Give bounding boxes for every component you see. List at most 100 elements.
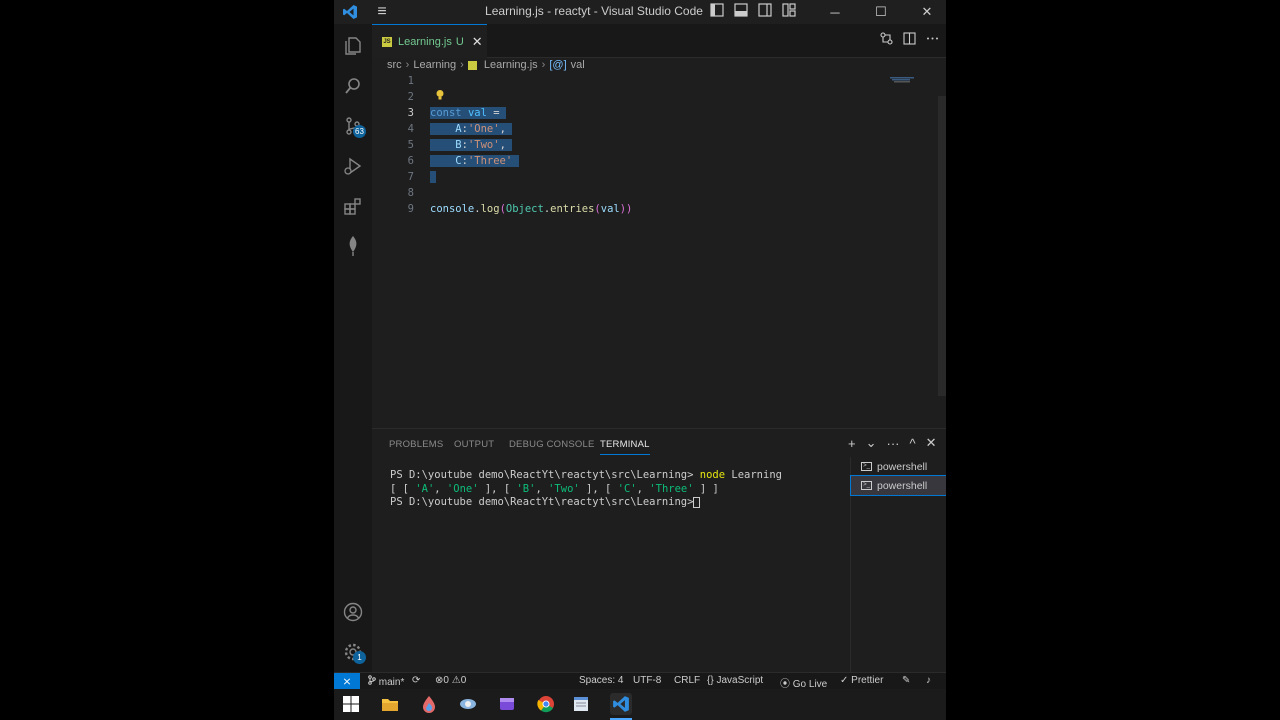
terminal-dropdown-icon[interactable]: ⌄	[866, 435, 877, 451]
line-number: 1	[407, 75, 414, 87]
notifications-bell-icon[interactable]: ♪	[926, 675, 931, 686]
close-panel-icon[interactable]: ✕	[926, 435, 937, 451]
maximize-button[interactable]: ☐	[858, 0, 904, 24]
breadcrumb-item-src[interactable]: src	[387, 59, 402, 71]
code-editor[interactable]: 1 2 3 4 5 6 7 8 9 const val = A:'One', B…	[372, 72, 946, 428]
indentation-status[interactable]: Spaces: 4	[579, 675, 623, 686]
chrome-icon[interactable]	[537, 695, 555, 713]
terminal-list-label: powershell	[877, 479, 928, 492]
encoding-status[interactable]: UTF-8	[633, 675, 661, 686]
lightbulb-icon[interactable]	[435, 89, 445, 101]
activity-bar: 63 1	[334, 24, 372, 672]
token-string: 'Three'	[467, 155, 513, 167]
terminal-text: ], [	[586, 482, 612, 495]
sync-icon[interactable]: ⟳	[412, 675, 420, 686]
customize-layout-icon[interactable]	[782, 3, 798, 19]
go-live-button[interactable]: ⦿ Go Live	[780, 675, 827, 690]
terminal-command: node	[699, 469, 726, 481]
breadcrumb-item-symbol[interactable]: val	[571, 59, 585, 71]
js-file-icon: JS	[382, 36, 392, 47]
mongodb-leaf-icon[interactable]	[334, 226, 372, 266]
tab-learning-js[interactable]: JS Learning.js U ✕	[372, 24, 487, 58]
terminal-string: 'One'	[446, 482, 479, 495]
breadcrumb-separator: ›	[405, 59, 410, 71]
terminal-string: 'B'	[516, 482, 536, 495]
feedback-icon[interactable]: ✎	[902, 675, 910, 686]
open-changes-icon[interactable]	[880, 32, 893, 48]
split-editor-icon[interactable]	[903, 32, 916, 48]
new-terminal-button[interactable]: +	[848, 436, 856, 451]
code-line-3: const val =	[430, 107, 506, 119]
tab-terminal[interactable]: TERMINAL	[600, 439, 650, 455]
token-operator: =	[493, 107, 500, 119]
tab-output[interactable]: OUTPUT	[454, 439, 494, 450]
file-explorer-icon[interactable]	[381, 695, 399, 713]
token-string: 'One'	[467, 123, 500, 135]
toggle-panel-icon[interactable]	[734, 3, 750, 19]
media-icon[interactable]	[498, 695, 516, 713]
remote-indicator-button[interactable]: ⨯	[334, 673, 360, 690]
line-number: 2	[407, 91, 414, 103]
branch-status[interactable]: main*	[368, 675, 404, 688]
minimize-button[interactable]: ─	[812, 0, 858, 24]
language-label: JavaScript	[716, 675, 764, 686]
terminal-icon: >_	[861, 462, 872, 471]
line-number: 4	[407, 123, 414, 135]
breadcrumb-item-learning[interactable]: Learning	[413, 59, 456, 71]
more-actions-icon[interactable]	[926, 32, 939, 48]
breadcrumb-separator: ›	[541, 59, 546, 71]
line-number: 8	[407, 187, 414, 199]
breadcrumb: src › Learning › Learning.js › [@] val	[372, 58, 946, 72]
tab-close-icon[interactable]: ✕	[472, 34, 483, 50]
terminal-text: ], [	[484, 482, 511, 495]
tab-problems[interactable]: PROBLEMS	[389, 439, 443, 450]
notepad-icon[interactable]	[572, 695, 590, 713]
code-line-9: console.log(Object.entries(val))	[430, 203, 633, 215]
eol-status[interactable]: CRLF	[674, 675, 700, 686]
tab-git-status: U	[455, 35, 464, 48]
search-icon[interactable]	[334, 66, 372, 106]
breadcrumb-item-file[interactable]: Learning.js	[484, 59, 538, 71]
toggle-primary-sidebar-icon[interactable]	[710, 3, 726, 19]
terminal-output[interactable]: PS D:\youtube demo\ReactYt\reactyt\src\L…	[390, 469, 850, 510]
tab-debug-console[interactable]: DEBUG CONSOLE	[509, 439, 594, 450]
vscode-icon[interactable]	[610, 693, 632, 715]
terminal-list-item[interactable]: >_ powershell	[851, 457, 946, 476]
problems-status[interactable]: ⊗0 ⚠0	[435, 675, 466, 686]
code-line-5: B:'Two',	[430, 139, 513, 151]
braces-icon: {}	[707, 675, 714, 686]
window-title: Learning.js - reactyt - Visual Studio Co…	[485, 4, 703, 18]
js-file-icon	[467, 60, 477, 70]
minimap[interactable]	[890, 76, 938, 86]
close-window-button[interactable]: ✕	[904, 0, 946, 24]
prettier-status[interactable]: ✓ Prettier	[840, 675, 883, 686]
line-number: 7	[407, 171, 414, 183]
symbol-variable-icon: [@]	[549, 59, 567, 71]
settings-gear-icon[interactable]: 1	[334, 632, 372, 672]
vertical-scrollbar[interactable]	[938, 96, 946, 396]
token-argument: val	[600, 203, 620, 215]
terminal-prompt: PS D:\youtube demo\ReactYt\reactyt\src\L…	[390, 469, 694, 481]
token-object: console	[430, 203, 475, 215]
terminal-list-item-selected[interactable]: >_ powershell	[850, 475, 946, 496]
extensions-icon[interactable]	[334, 186, 372, 226]
language-status[interactable]: {} JavaScript	[707, 675, 763, 686]
code-line-7	[430, 171, 437, 183]
terminal-line: [ [ 'A', 'One' ], [ 'B', 'Two' ], [ 'C',…	[390, 482, 719, 495]
account-icon[interactable]	[334, 592, 372, 632]
windows-start-icon[interactable]	[342, 695, 360, 713]
breadcrumb-separator: ›	[460, 59, 464, 71]
settings-badge: 1	[353, 651, 366, 664]
terminal-list-label: powershell	[877, 460, 928, 473]
toggle-secondary-sidebar-icon[interactable]	[758, 3, 774, 19]
more-actions-icon[interactable]: ···	[887, 436, 900, 451]
explorer-icon[interactable]	[334, 26, 372, 66]
terminal-text: ] ]	[699, 482, 719, 495]
source-control-icon[interactable]: 63	[334, 106, 372, 146]
run-debug-icon[interactable]	[334, 146, 372, 186]
maximize-panel-icon[interactable]: ^	[910, 436, 916, 451]
app-icon[interactable]	[459, 695, 477, 713]
prettier-label: Prettier	[851, 675, 884, 686]
menu-icon[interactable]: ≡	[366, 0, 398, 24]
paint-icon[interactable]	[420, 695, 438, 713]
